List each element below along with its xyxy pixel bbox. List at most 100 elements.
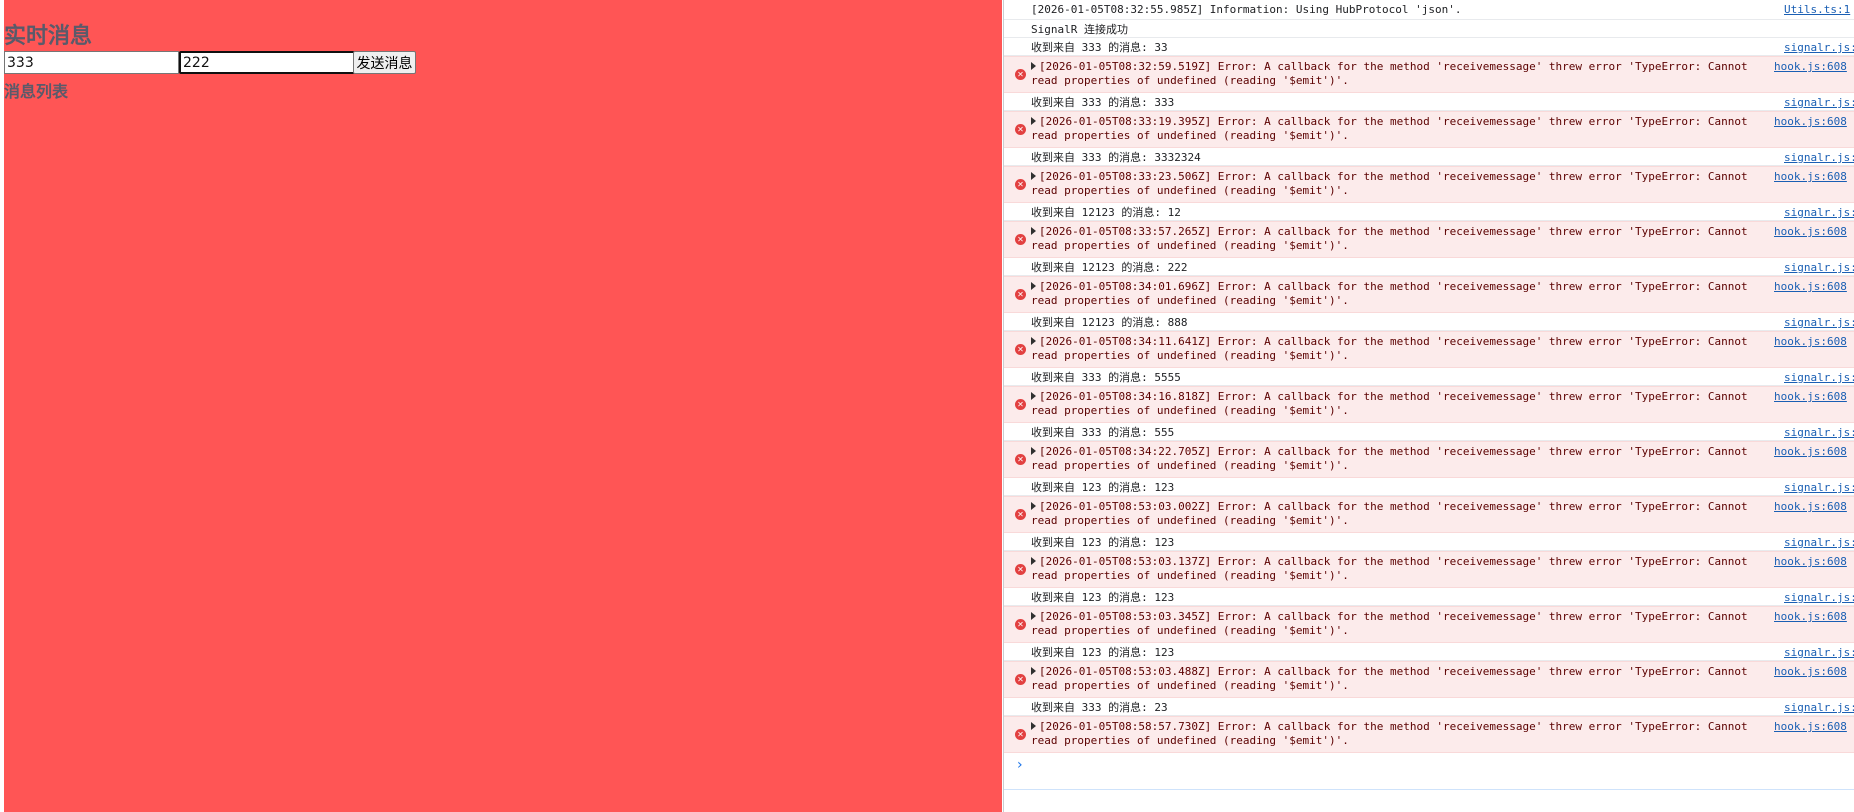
console-message: [2026-01-05T08:58:57.730Z] Error: A call… xyxy=(1031,720,1748,747)
console-source-link[interactable]: signalr.js: xyxy=(1784,371,1854,384)
console-log-text: SignalR 连接成功 xyxy=(1031,23,1128,36)
expand-caret-icon[interactable] xyxy=(1031,502,1036,510)
console-source-link[interactable]: hook.js:608 xyxy=(1774,500,1847,513)
console-source-link[interactable]: signalr.js: xyxy=(1784,41,1854,54)
console-source-link[interactable]: hook.js:608 xyxy=(1774,555,1847,568)
expand-caret-icon[interactable] xyxy=(1031,612,1036,620)
console-message: [2026-01-05T08:33:19.395Z] Error: A call… xyxy=(1031,115,1748,142)
console-message: [2026-01-05T08:34:01.696Z] Error: A call… xyxy=(1031,280,1748,307)
console-source-link[interactable]: signalr.js: xyxy=(1784,591,1854,604)
console-source-link[interactable]: signalr.js: xyxy=(1784,151,1854,164)
console-message: [2026-01-05T08:32:55.985Z] Information: … xyxy=(1031,3,1462,16)
console-source-link[interactable]: signalr.js: xyxy=(1784,261,1854,274)
console-log-text: 收到来自 123 的消息: 123 xyxy=(1031,591,1174,604)
console-prompt-line[interactable]: › xyxy=(1004,753,1854,793)
console-error-row[interactable]: ✕ [2026-01-05T08:34:22.705Z] Error: A cal… xyxy=(1004,441,1854,478)
console-message: 收到来自 123 的消息: 123 xyxy=(1031,481,1175,494)
message-input[interactable] xyxy=(179,51,355,74)
console-source-link[interactable]: hook.js:608 xyxy=(1774,115,1847,128)
console-error-row[interactable]: ✕ [2026-01-05T08:53:03.345Z] Error: A cal… xyxy=(1004,606,1854,643)
console-log-text: 收到来自 333 的消息: 3332324 xyxy=(1031,151,1201,164)
console-log-text: 收到来自 123 的消息: 123 xyxy=(1031,481,1174,494)
console-error-text: [2026-01-05T08:33:23.506Z] Error: A call… xyxy=(1031,170,1751,198)
console-error-row[interactable]: ✕ [2026-01-05T08:32:59.519Z] Error: A cal… xyxy=(1004,56,1854,93)
console-source-link[interactable]: signalr.js: xyxy=(1784,646,1854,659)
expand-caret-icon[interactable] xyxy=(1031,282,1036,290)
expand-caret-icon[interactable] xyxy=(1031,227,1036,235)
console-message: 收到来自 12123 的消息: 12 xyxy=(1031,206,1181,219)
console-error-row[interactable]: ✕ [2026-01-05T08:53:03.488Z] Error: A cal… xyxy=(1004,661,1854,698)
console-error-row[interactable]: ✕ [2026-01-05T08:33:19.395Z] Error: A cal… xyxy=(1004,111,1854,148)
console-message: 收到来自 123 的消息: 123 xyxy=(1031,536,1175,549)
send-message-button[interactable]: 发送消息 xyxy=(353,51,416,74)
error-icon: ✕ xyxy=(1015,674,1026,685)
console-message: [2026-01-05T08:53:03.137Z] Error: A call… xyxy=(1031,555,1748,582)
console-source-link[interactable]: signalr.js: xyxy=(1784,316,1854,329)
console-error-row[interactable]: ✕ [2026-01-05T08:34:11.641Z] Error: A cal… xyxy=(1004,331,1854,368)
console-error-text: [2026-01-05T08:58:57.730Z] Error: A call… xyxy=(1031,720,1751,748)
console-error-row[interactable]: ✕ [2026-01-05T08:53:03.002Z] Error: A cal… xyxy=(1004,496,1854,533)
console-source-link[interactable]: hook.js:608 xyxy=(1774,720,1847,733)
console-message: 收到来自 333 的消息: 33 xyxy=(1031,41,1168,54)
console-error-row[interactable]: ✕ [2026-01-05T08:58:57.730Z] Error: A cal… xyxy=(1004,716,1854,753)
console-log-text: 收到来自 333 的消息: 555 xyxy=(1031,426,1174,439)
console-source-link[interactable]: hook.js:608 xyxy=(1774,280,1847,293)
console-message: 收到来自 333 的消息: 3332324 xyxy=(1031,151,1201,164)
error-icon: ✕ xyxy=(1015,509,1026,520)
console-source-link[interactable]: signalr.js: xyxy=(1784,96,1854,109)
console-log-text: 收到来自 333 的消息: 33 xyxy=(1031,41,1168,54)
console-message: 收到来自 123 的消息: 123 xyxy=(1031,591,1175,604)
console-log-text: 收到来自 333 的消息: 333 xyxy=(1031,96,1174,109)
console-message: 收到来自 333 的消息: 555 xyxy=(1031,426,1175,439)
console-error-row[interactable]: ✕ [2026-01-05T08:53:03.137Z] Error: A cal… xyxy=(1004,551,1854,588)
console-log-text: 收到来自 123 的消息: 123 xyxy=(1031,536,1174,549)
error-icon: ✕ xyxy=(1015,289,1026,300)
console-error-row[interactable]: ✕ [2026-01-05T08:34:01.696Z] Error: A cal… xyxy=(1004,276,1854,313)
console-log-text: 收到来自 12123 的消息: 888 xyxy=(1031,316,1187,329)
console-log-row: 收到来自 12123 的消息: 12 signalr.js: xyxy=(1004,203,1854,221)
console-error-text: [2026-01-05T08:34:11.641Z] Error: A call… xyxy=(1031,335,1751,363)
console-message: [2026-01-05T08:53:03.002Z] Error: A call… xyxy=(1031,500,1748,527)
expand-caret-icon[interactable] xyxy=(1031,447,1036,455)
expand-caret-icon[interactable] xyxy=(1031,117,1036,125)
console-error-text: [2026-01-05T08:34:01.696Z] Error: A call… xyxy=(1031,280,1751,308)
console-message: [2026-01-05T08:34:11.641Z] Error: A call… xyxy=(1031,335,1748,362)
console-divider xyxy=(1004,789,1854,790)
console-source-link[interactable]: hook.js:608 xyxy=(1774,60,1847,73)
console-error-row[interactable]: ✕ [2026-01-05T08:33:23.506Z] Error: A cal… xyxy=(1004,166,1854,203)
console-message: 收到来自 123 的消息: 123 xyxy=(1031,646,1175,659)
console-source-link[interactable]: hook.js:608 xyxy=(1774,225,1847,238)
console-message: 收到来自 12123 的消息: 222 xyxy=(1031,261,1188,274)
expand-caret-icon[interactable] xyxy=(1031,557,1036,565)
console-source-link[interactable]: hook.js:608 xyxy=(1774,610,1847,623)
console-source-link[interactable]: signalr.js: xyxy=(1784,206,1854,219)
console-log-row: 收到来自 123 的消息: 123 signalr.js: xyxy=(1004,533,1854,551)
console-source-link[interactable]: signalr.js: xyxy=(1784,701,1854,714)
expand-caret-icon[interactable] xyxy=(1031,667,1036,675)
expand-caret-icon[interactable] xyxy=(1031,62,1036,70)
console-error-row[interactable]: ✕ [2026-01-05T08:34:16.818Z] Error: A cal… xyxy=(1004,386,1854,423)
console-prompt-icon: › xyxy=(1017,757,1023,773)
console-source-link[interactable]: Utils.ts:1 xyxy=(1784,3,1850,16)
console-error-row[interactable]: ✕ [2026-01-05T08:33:57.265Z] Error: A cal… xyxy=(1004,221,1854,258)
expand-caret-icon[interactable] xyxy=(1031,722,1036,730)
console-source-link[interactable]: hook.js:608 xyxy=(1774,390,1847,403)
console-log-row: 收到来自 333 的消息: 3332324 signalr.js: xyxy=(1004,148,1854,166)
console-log-row: 收到来自 123 的消息: 123 signalr.js: xyxy=(1004,643,1854,661)
console-source-link[interactable]: hook.js:608 xyxy=(1774,335,1847,348)
expand-caret-icon[interactable] xyxy=(1031,172,1036,180)
devtools-console: [2026-01-05T08:32:55.985Z] Information: … xyxy=(1003,0,1854,812)
console-source-link[interactable]: signalr.js: xyxy=(1784,536,1854,549)
error-icon: ✕ xyxy=(1015,69,1026,80)
console-source-link[interactable]: hook.js:608 xyxy=(1774,665,1847,678)
expand-caret-icon[interactable] xyxy=(1031,392,1036,400)
error-icon: ✕ xyxy=(1015,399,1026,410)
console-source-link[interactable]: signalr.js: xyxy=(1784,481,1854,494)
console-source-link[interactable]: hook.js:608 xyxy=(1774,445,1847,458)
expand-caret-icon[interactable] xyxy=(1031,337,1036,345)
console-source-link[interactable]: signalr.js: xyxy=(1784,426,1854,439)
console-source-link[interactable]: hook.js:608 xyxy=(1774,170,1847,183)
console-error-text: [2026-01-05T08:53:03.488Z] Error: A call… xyxy=(1031,665,1751,693)
error-icon: ✕ xyxy=(1015,729,1026,740)
sender-input[interactable] xyxy=(4,51,179,74)
